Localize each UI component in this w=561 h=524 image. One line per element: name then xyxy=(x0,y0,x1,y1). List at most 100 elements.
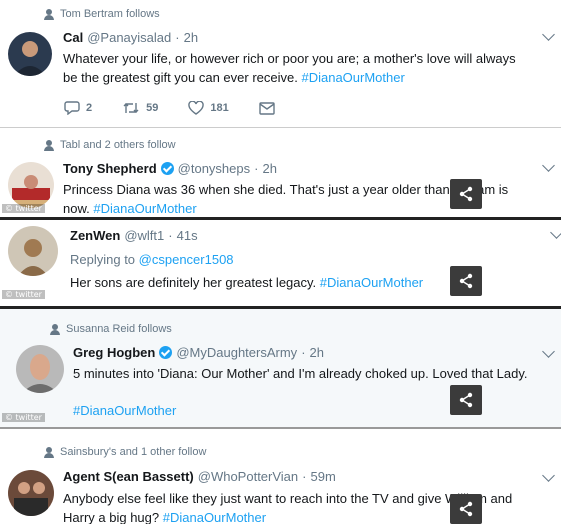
avatar[interactable] xyxy=(8,162,54,208)
person-icon xyxy=(44,8,54,20)
replying-to-label: Replying to xyxy=(70,252,136,267)
username[interactable]: @WhoPotterVian xyxy=(198,469,298,484)
share-button[interactable] xyxy=(450,494,482,524)
twitter-watermark: © twitter xyxy=(2,204,45,213)
share-button[interactable] xyxy=(450,266,482,296)
tweet-tony-shepherd[interactable]: Tabl and 2 others follow Tony Shepherd @… xyxy=(0,128,561,217)
username[interactable]: @wlft1 xyxy=(124,228,164,243)
social-context: Tom Bertram follows xyxy=(44,8,160,20)
verified-badge-icon xyxy=(160,162,174,175)
social-context: Tabl and 2 others follow xyxy=(44,139,176,151)
tweet-text: Whatever your life, or however rich or p… xyxy=(63,49,558,87)
chevron-down-icon[interactable] xyxy=(542,469,555,482)
watermark-text: twitter xyxy=(15,413,42,422)
reply-button[interactable]: 2 xyxy=(64,101,92,115)
hashtag-link[interactable]: #DianaOurMother xyxy=(301,70,404,85)
tweet-text-line: now. xyxy=(63,201,90,216)
tweet-text-line: 5 minutes into 'Diana: Our Mother' and I… xyxy=(73,366,528,381)
reply-count: 2 xyxy=(86,102,93,114)
avatar[interactable] xyxy=(8,32,52,76)
tweet-header: Greg Hogben @MyDaughtersArmy · 2h xyxy=(73,345,324,360)
social-context-text: Tabl and 2 others follow xyxy=(60,139,176,151)
timestamp[interactable]: 41s xyxy=(177,228,198,243)
hashtag-link[interactable]: #DianaOurMother xyxy=(320,275,423,290)
tweet-text: Anybody else feel like they just want to… xyxy=(63,489,558,524)
share-icon xyxy=(459,273,473,289)
tweet-text: Princess Diana was 36 when she died. Tha… xyxy=(63,180,558,217)
tweet-hashtag-line: #DianaOurMother xyxy=(73,401,176,420)
tweet-text: 5 minutes into 'Diana: Our Mother' and I… xyxy=(73,364,553,383)
display-name[interactable]: Tony Shepherd xyxy=(63,161,157,176)
tweet-header: Tony Shepherd @tonysheps · 2h xyxy=(63,161,277,176)
chevron-down-icon[interactable] xyxy=(542,345,555,358)
heart-icon xyxy=(188,101,205,115)
timestamp[interactable]: 2h xyxy=(184,30,198,45)
tweet-zenwen[interactable]: ZenWen @wlft1 · 41s Replying to @cspence… xyxy=(0,220,561,306)
like-button[interactable]: 181 xyxy=(188,101,229,115)
share-button[interactable] xyxy=(450,179,482,209)
person-icon xyxy=(50,323,60,335)
avatar[interactable] xyxy=(8,226,58,276)
username[interactable]: @MyDaughtersArmy xyxy=(176,345,297,360)
display-name[interactable]: Agent S(ean Bassett) xyxy=(63,469,194,484)
twitter-watermark: © twitter xyxy=(2,413,45,422)
social-context-text: Sainsbury's and 1 other follow xyxy=(60,446,207,458)
share-button[interactable] xyxy=(450,385,482,415)
username[interactable]: @tonysheps xyxy=(178,161,250,176)
share-icon xyxy=(459,186,473,202)
twitter-watermark: © twitter xyxy=(2,290,45,299)
separator-dot: · xyxy=(302,469,307,484)
chevron-down-icon[interactable] xyxy=(550,226,561,239)
watermark-text: twitter xyxy=(15,290,42,299)
share-icon xyxy=(459,392,473,408)
timestamp[interactable]: 2h xyxy=(310,345,324,360)
hashtag-link[interactable]: #DianaOurMother xyxy=(93,201,196,216)
tweet-header: ZenWen @wlft1 · 41s xyxy=(70,228,198,243)
verified-badge-icon xyxy=(159,346,173,359)
social-context: Sainsbury's and 1 other follow xyxy=(44,446,206,458)
reply-icon xyxy=(64,101,80,115)
tweet-actions: 2 59 181 xyxy=(64,101,305,115)
envelope-icon xyxy=(259,101,275,115)
divider xyxy=(0,427,561,429)
chevron-down-icon[interactable] xyxy=(542,28,555,41)
tweet-text-line: Whatever your life, or however rich or p… xyxy=(63,51,516,66)
person-icon xyxy=(44,139,54,151)
display-name[interactable]: Greg Hogben xyxy=(73,345,155,360)
avatar[interactable] xyxy=(16,345,64,393)
tweet-cal[interactable]: Tom Bertram follows Cal @Panayisalad · 2… xyxy=(0,0,561,128)
timestamp[interactable]: 59m xyxy=(311,469,336,484)
replying-to: Replying to @cspencer1508 xyxy=(70,250,234,269)
tweet-text-line: be the greatest gift you can ever receiv… xyxy=(63,70,298,85)
retweet-icon xyxy=(123,103,139,113)
person-icon xyxy=(44,446,54,458)
hashtag-link[interactable]: #DianaOurMother xyxy=(73,403,176,418)
tweet-text-line: Harry a big hug? xyxy=(63,510,160,524)
tweet-greg-hogben[interactable]: Susanna Reid follows Greg Hogben @MyDaug… xyxy=(0,309,561,427)
share-icon xyxy=(459,501,473,517)
mention-link[interactable]: @cspencer1508 xyxy=(139,252,234,267)
avatar[interactable] xyxy=(8,470,54,516)
watermark-text: twitter xyxy=(15,204,42,213)
tweet-text-line: Anybody else feel like they just want to… xyxy=(63,491,513,506)
like-count: 181 xyxy=(210,102,229,114)
username[interactable]: @Panayisalad xyxy=(87,30,171,45)
chevron-down-icon[interactable] xyxy=(542,159,555,172)
tweet-header: Agent S(ean Bassett) @WhoPotterVian · 59… xyxy=(63,469,336,484)
hashtag-link[interactable]: #DianaOurMother xyxy=(163,510,266,524)
tweet-header: Cal @Panayisalad · 2h xyxy=(63,30,198,45)
display-name[interactable]: Cal xyxy=(63,30,83,45)
social-context: Susanna Reid follows xyxy=(50,323,172,335)
separator-dot: · xyxy=(175,30,180,45)
separator-dot: · xyxy=(254,161,259,176)
retweet-count: 59 xyxy=(146,102,159,114)
tweet-text-line: Her sons are definitely her greatest leg… xyxy=(70,275,317,290)
display-name[interactable]: ZenWen xyxy=(70,228,120,243)
tweet-agent-sean-bassett[interactable]: Sainsbury's and 1 other follow Agent S(e… xyxy=(0,433,561,524)
retweet-button[interactable]: 59 xyxy=(122,101,158,115)
separator-dot: · xyxy=(301,345,306,360)
separator-dot: · xyxy=(168,228,173,243)
social-context-text: Susanna Reid follows xyxy=(66,323,172,335)
direct-message-button[interactable] xyxy=(259,101,275,115)
timestamp[interactable]: 2h xyxy=(262,161,276,176)
